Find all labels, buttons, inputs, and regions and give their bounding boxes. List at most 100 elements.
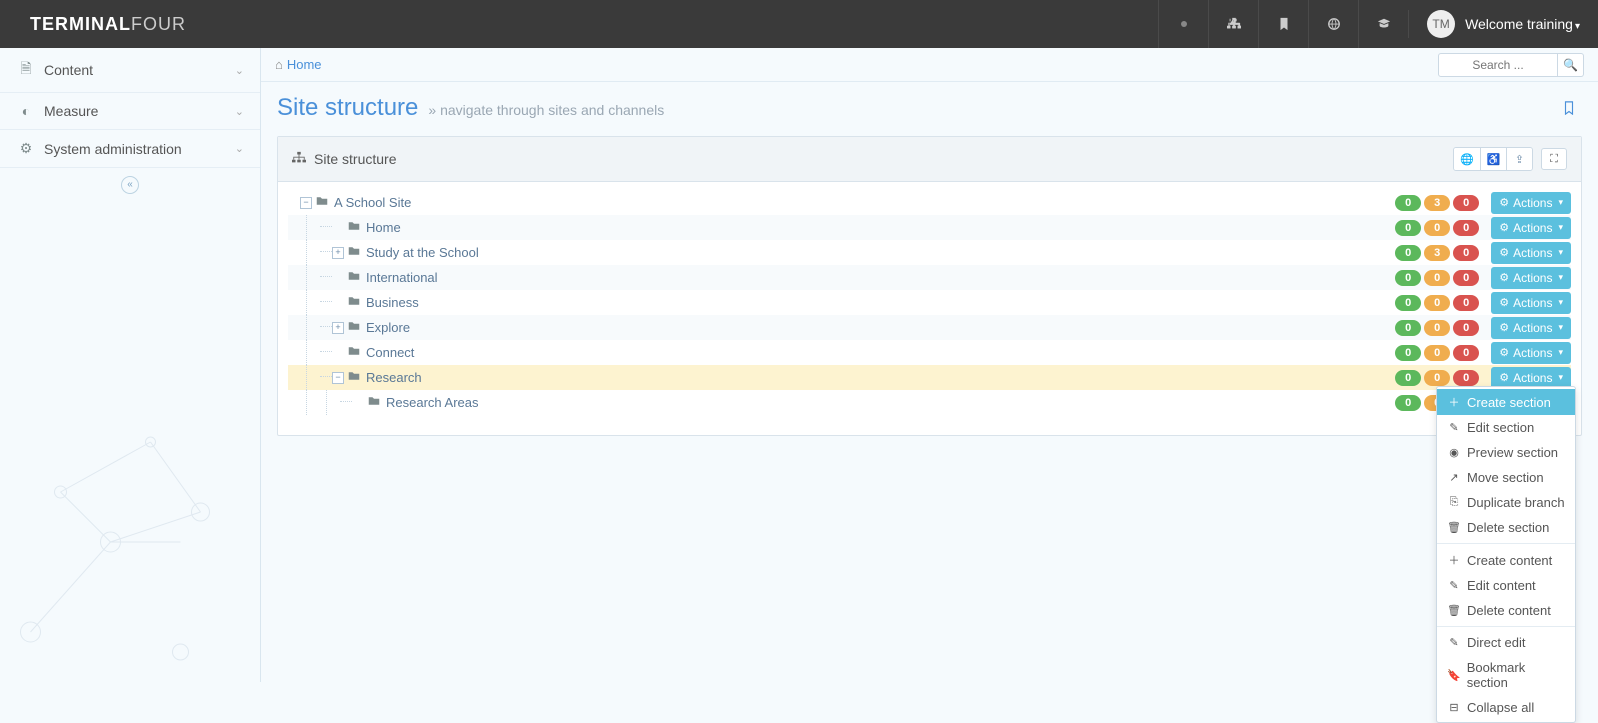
header-help[interactable] [1358,0,1408,48]
sidebar-item-content[interactable]: 🗎 Content ⌄ [0,48,260,93]
badge-approved: 0 [1395,270,1421,286]
breadcrumb[interactable]: ⌂ Home [275,57,322,72]
menu-item-label: Delete section [1467,520,1549,535]
actions-button[interactable]: ⚙Actions [1491,242,1571,264]
tree-node-label[interactable]: Explore [366,320,410,335]
actions-button[interactable]: ⚙Actions [1491,217,1571,239]
dropdown-item-edit-content[interactable]: ✎ Edit content [1437,573,1575,598]
status-badges: 000 [1395,295,1479,311]
badge-pending: 0 [1424,320,1450,336]
tree-row: +Study at the School030⚙Actions [288,240,1571,265]
badge-inactive: 0 [1453,220,1479,236]
dropdown-item-delete-section[interactable]: 🗑 Delete section [1437,515,1575,540]
actions-button[interactable]: ⚙ Actions [1491,192,1571,214]
toolbar-export-button[interactable]: ⇪ [1506,148,1532,170]
user-menu[interactable]: TM Welcome training [1408,10,1598,38]
dropdown-item-move-section[interactable]: ↗Move section [1437,465,1575,490]
menu-item-icon: ↗ [1447,471,1461,484]
actions-label: Actions [1513,196,1552,210]
collapse-icon[interactable]: − [300,197,312,209]
panel-toolbar: 🌐 ♿ ⇪ [1453,147,1533,171]
bookmark-icon [1277,17,1291,31]
menu-item-icon: ✎ [1447,579,1461,592]
collapse-icon[interactable]: − [332,372,344,384]
sidebar-item-measure[interactable]: ◐ Measure ⌄ [0,93,260,130]
folder-icon [368,395,380,410]
header-notification[interactable] [1158,0,1208,48]
dropdown-item-create-content[interactable]: ＋Create content [1437,547,1575,573]
fullscreen-button[interactable]: ⛶ [1541,148,1567,170]
dashboard-icon: ◐ [16,103,36,119]
dot-icon [1181,21,1187,27]
badge-inactive: 0 [1453,345,1479,361]
tree-node-label[interactable]: Connect [366,345,414,360]
menu-item-label: Create content [1467,553,1552,568]
status-badges: 000 [1395,220,1479,236]
folder-icon [348,220,360,235]
tree-node-label[interactable]: Study at the School [366,245,479,260]
tree-node-label[interactable]: Research [366,370,422,385]
tree-node-label[interactable]: Business [366,295,419,310]
actions-button[interactable]: ⚙Actions [1491,267,1571,289]
actions-button[interactable]: ⚙Actions [1491,292,1571,314]
tree-row: Business 000 ⚙Actions [288,290,1571,315]
sidebar-item-label: System administration [44,141,182,157]
menu-item-icon: 🗑 [1447,521,1461,534]
search-input[interactable] [1438,53,1558,77]
actions-button[interactable]: ⚙Actions [1491,317,1571,339]
tree-node-label[interactable]: International [366,270,438,285]
page-heading-row: Site structure navigate through sites an… [261,82,1598,136]
app-header: TERMINALFOUR TM Welcome training [0,0,1598,48]
expand-icon[interactable]: + [332,247,344,259]
header-globe[interactable] [1308,0,1358,48]
tree-row: Home 000 ⚙Actions [288,215,1571,240]
dropdown-item-collapse-all[interactable]: ⊟Collapse all [1437,695,1575,720]
toolbar-globe-button[interactable]: 🌐 [1454,148,1480,170]
actions-button[interactable]: ⚙Actions [1491,342,1571,364]
dropdown-item-delete-content[interactable]: 🗑Delete content [1437,598,1575,623]
header-bookmark[interactable] [1258,0,1308,48]
badge-inactive: 0 [1453,370,1479,386]
tree-node-label[interactable]: A School Site [334,195,411,210]
menu-item-icon: ⎘ [1447,496,1461,509]
badge-approved: 0 [1395,295,1421,311]
export-icon: ⇪ [1515,153,1524,166]
brand-strong: TERMINAL [30,14,131,34]
badge-approved: 0 [1395,320,1421,336]
menu-item-label: Bookmark section [1467,660,1565,690]
tree-row: Connect000⚙Actions [288,340,1571,365]
gear-icon: ⚙ [1499,196,1509,209]
toolbar-accessibility-button[interactable]: ♿ [1480,148,1506,170]
chevron-down-icon: ⌄ [235,105,244,118]
globe-icon: 🌐 [1460,153,1474,166]
dropdown-item-create-section[interactable]: ＋Create section [1437,389,1575,415]
dropdown-item-duplicate-branch[interactable]: ⎘Duplicate branch [1437,490,1575,515]
expand-icon: ⛶ [1550,153,1558,166]
dropdown-divider [1437,543,1575,544]
page-title: Site structure [277,94,418,122]
sidebar-collapse[interactable]: « [0,168,260,200]
status-badges: 030 [1395,195,1479,211]
status-badges: 000 [1395,270,1479,286]
dropdown-item-direct-edit[interactable]: ✎Direct edit [1437,630,1575,655]
status-badges: 000 [1395,370,1479,386]
menu-item-icon: 🗑 [1447,604,1461,617]
badge-inactive: 0 [1453,195,1479,211]
dropdown-item-bookmark-section[interactable]: 🔖Bookmark section [1437,655,1575,695]
menu-item-label: Edit content [1467,578,1536,593]
dropdown-item-preview-section[interactable]: ◉Preview section [1437,440,1575,465]
menu-item-label: Edit section [1467,420,1534,435]
badge-inactive: 0 [1453,320,1479,336]
tree-node-label[interactable]: Home [366,220,401,235]
search-button[interactable]: 🔍 [1558,53,1584,77]
badge-inactive: 0 [1453,245,1479,261]
expand-icon[interactable]: + [332,322,344,334]
dropdown-item-edit-section[interactable]: ✎Edit section [1437,415,1575,440]
menu-item-icon: ◉ [1447,446,1461,459]
tree-row: +Explore000⚙Actions [288,315,1571,340]
sidebar-item-system-administration[interactable]: ⚙ System administration ⌄ [0,130,260,168]
header-sitemap[interactable] [1208,0,1258,48]
tree-node-label[interactable]: Research Areas [386,395,479,410]
bookmark-page-icon[interactable] [1562,101,1582,120]
page-subtitle: navigate through sites and channels [428,102,664,118]
